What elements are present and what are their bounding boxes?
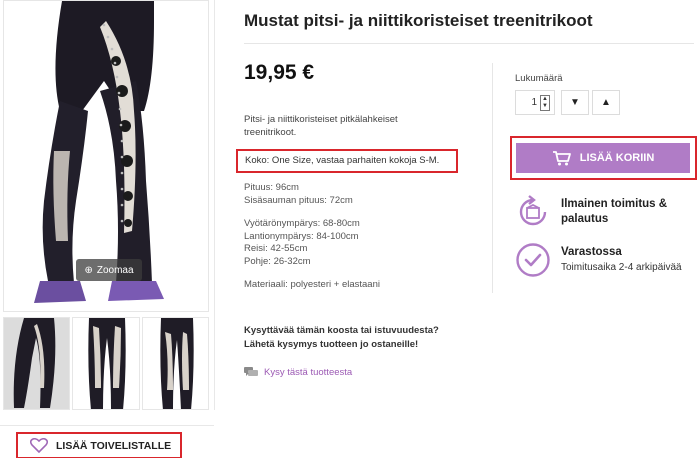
size-note: Koko: One Size, vastaa parhaiten kokoja … (236, 149, 458, 173)
purchase-divider (492, 63, 493, 293)
cart-icon (552, 151, 571, 166)
main-product-image[interactable]: ⊕ Zoomaa (3, 0, 209, 312)
quantity-decrease-button[interactable]: ▼ (561, 90, 589, 115)
in-stock-check-icon (516, 243, 550, 277)
thumbnail-1[interactable] (3, 317, 71, 410)
product-price: 19,95 € (244, 61, 315, 84)
quantity-label: Lukumäärä (515, 73, 563, 84)
delivery-time: Toimitusaika 2-4 arkipäivää (561, 262, 682, 273)
wishlist-label: LISÄÄ TOIVELISTALLE (56, 439, 172, 452)
in-stock-text: Varastossa Toimitusaika 2-4 arkipäivää (561, 245, 682, 275)
free-shipping-text: Ilmainen toimitus & palautus (561, 197, 700, 227)
spec-thigh: Reisi: 42-55cm (244, 243, 308, 254)
thumbnail-strip (3, 317, 209, 410)
spec-material: Materiaali: polyesteri + elastaani (244, 279, 380, 290)
fit-question-line-2: Lähetä kysymys tuotteen jo ostaneille! (244, 339, 419, 350)
thumbnail-image (159, 318, 194, 409)
magnifier-icon: ⊕ (84, 264, 93, 276)
spec-length: Pituus: 96cm (244, 182, 299, 193)
spec-calf: Pohje: 26-32cm (244, 255, 311, 267)
spec-hips: Lantionympärys: 84-100cm (244, 230, 359, 242)
product-description: Pitsi- ja niittikoristeiset pitkälahkeis… (244, 114, 398, 138)
spec-inseam: Sisäsauman pituus: 72cm (244, 194, 353, 206)
in-stock-title: Varastossa (561, 246, 622, 258)
heart-icon (30, 438, 48, 453)
caret-up-icon: ▲ (601, 97, 611, 108)
free-shipping-return-icon (519, 195, 547, 226)
thumbnail-2[interactable] (72, 317, 140, 410)
thumbnail-image (13, 318, 56, 408)
spin-arrows-icon[interactable]: ▲ ▼ (540, 94, 550, 111)
free-shipping-title: Ilmainen toimitus & palautus (561, 198, 668, 225)
product-specs: Pituus: 96cm Sisäsauman pituus: 72cm Vyö… (244, 182, 380, 292)
fit-question: Kysyttävää tämän koosta tai istuvuudesta… (244, 324, 439, 352)
column-divider (214, 0, 215, 410)
product-gallery: ⊕ Zoomaa LISÄÄ TOIVELISTALLE (0, 0, 214, 458)
add-to-wishlist-button[interactable]: LISÄÄ TOIVELISTALLE (16, 432, 182, 458)
ask-about-product-link[interactable]: Kysy tästä tuotteesta (244, 367, 352, 378)
fit-question-line-1: Kysyttävää tämän koosta tai istuvuudesta… (244, 325, 439, 336)
product-title: Mustat pitsi- ja niittikoristeiset treen… (244, 11, 593, 30)
zoom-label: Zoomaa (96, 264, 134, 276)
thumbnail-3[interactable] (141, 317, 209, 410)
feature-free-shipping: Ilmainen toimitus & palautus (515, 194, 700, 230)
ask-link-label[interactable]: Kysy tästä tuotteesta (264, 367, 352, 378)
add-to-cart-label: LISÄÄ KORIIN (579, 152, 655, 164)
wishlist-area: LISÄÄ TOIVELISTALLE (0, 425, 214, 458)
spec-waist: Vyötärönympärys: 68-80cm (244, 218, 360, 229)
caret-down-icon: ▼ (570, 97, 580, 108)
quantity-increase-button[interactable]: ▲ (592, 90, 620, 115)
zoom-button[interactable]: ⊕ Zoomaa (76, 259, 142, 281)
quantity-value[interactable]: 1 (531, 97, 537, 108)
add-to-cart-button[interactable]: LISÄÄ KORIIN (516, 143, 690, 173)
quantity-stepper[interactable]: 1 ▲ ▼ (515, 90, 555, 115)
thumbnail-image (88, 318, 126, 409)
feature-in-stock: Varastossa Toimitusaika 2-4 arkipäivää (515, 242, 700, 278)
chat-bubbles-icon (244, 367, 258, 376)
title-divider (244, 43, 694, 44)
